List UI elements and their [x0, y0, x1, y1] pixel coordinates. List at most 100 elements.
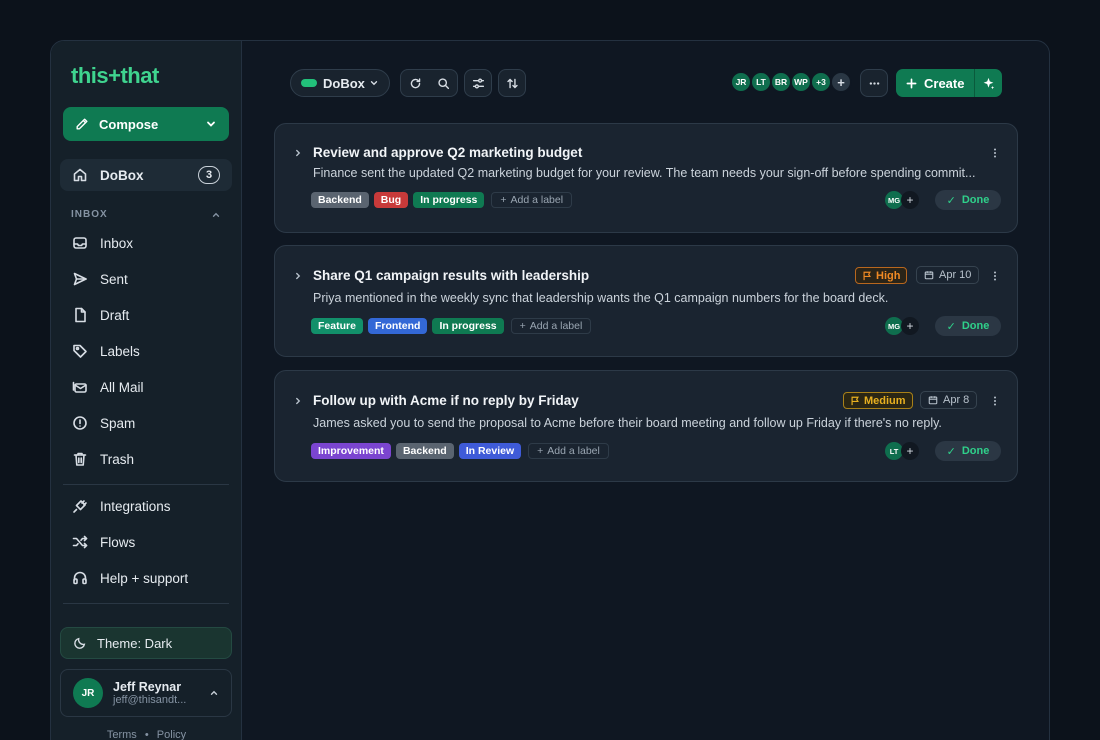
sidebar-item-label: Integrations — [100, 498, 171, 514]
create-button[interactable]: Create — [896, 69, 976, 97]
compose-label: Compose — [99, 116, 159, 132]
section-title: INBOX — [71, 209, 108, 220]
more-vertical-icon[interactable] — [989, 270, 1001, 282]
task-title: Follow up with Acme if no reply by Frida… — [313, 393, 579, 408]
sidebar-item-label: Inbox — [100, 235, 134, 251]
policy-link[interactable]: Policy — [157, 729, 186, 740]
sidebar-item-trash[interactable]: Trash — [60, 443, 232, 475]
task-card[interactable]: Follow up with Acme if no reply by Frida… — [274, 370, 1018, 482]
ai-create-button[interactable] — [975, 69, 1002, 97]
avatar[interactable]: BR — [770, 71, 792, 93]
sidebar-divider — [63, 603, 229, 604]
due-date[interactable]: Apr 10 — [916, 266, 980, 284]
add-assignee-icon[interactable]: + — [901, 191, 919, 209]
add-label-button[interactable]: + Add a label — [491, 192, 573, 208]
file-icon — [75, 307, 86, 323]
sidebar-item-label: All Mail — [100, 379, 144, 395]
user-info: Jeff Reynar jeff@thisandt... — [113, 680, 186, 706]
label-tag[interactable]: Frontend — [367, 318, 428, 334]
chevron-right-icon[interactable] — [293, 396, 303, 406]
more-options-button[interactable] — [860, 69, 888, 97]
avatar[interactable]: LT — [750, 71, 772, 93]
more-vertical-icon[interactable] — [989, 147, 1001, 159]
moon-icon — [74, 637, 86, 649]
sidebar-item-help[interactable]: Help + support — [60, 562, 232, 594]
avatar[interactable]: JR — [730, 71, 752, 93]
count-badge: 3 — [198, 166, 220, 184]
task-description: Finance sent the updated Q2 marketing bu… — [313, 166, 976, 180]
pencil-icon — [76, 118, 88, 130]
avatar-overflow[interactable]: +3 — [810, 71, 832, 93]
flag-icon — [863, 271, 871, 280]
compose-button[interactable]: Compose — [63, 107, 229, 141]
theme-toggle[interactable]: Theme: Dark — [60, 627, 232, 659]
status-badge[interactable]: In progress — [413, 192, 485, 208]
task-title: Review and approve Q2 marketing budget — [313, 145, 583, 160]
sidebar-item-all-mail[interactable]: All Mail — [60, 371, 232, 403]
search-icon[interactable] — [437, 77, 450, 90]
sidebar-item-label: Help + support — [100, 570, 189, 586]
status-badge[interactable]: In progress — [432, 318, 504, 334]
alert-circle-icon — [73, 416, 87, 430]
refresh-search-group — [400, 69, 458, 97]
label-tag[interactable]: Backend — [311, 192, 369, 208]
status-badge[interactable]: In Review — [458, 443, 522, 459]
done-button[interactable]: ✓ Done — [935, 190, 1001, 210]
app-logo[interactable]: this+that — [71, 63, 159, 89]
add-member-icon[interactable]: + — [830, 71, 852, 93]
avatar[interactable]: WP — [790, 71, 812, 93]
sidebar-item-labels[interactable]: Labels — [60, 335, 232, 367]
due-date[interactable]: Apr 8 — [920, 391, 978, 409]
chevron-down-icon[interactable] — [205, 118, 217, 130]
more-horizontal-icon — [869, 81, 879, 85]
priority-label: High — [876, 269, 901, 282]
sidebar-item-spam[interactable]: Spam — [60, 407, 232, 439]
priority-badge[interactable]: Medium — [843, 392, 913, 409]
view-selector[interactable]: DoBox — [290, 69, 390, 97]
filter-button[interactable] — [464, 69, 492, 97]
more-vertical-icon[interactable] — [989, 395, 1001, 407]
tag-icon — [73, 344, 87, 358]
sidebar-item-sent[interactable]: Sent — [60, 263, 232, 295]
sidebar-item-draft[interactable]: Draft — [60, 299, 232, 331]
plus-icon: + — [500, 194, 507, 206]
chevron-right-icon[interactable] — [293, 271, 303, 281]
sidebar-item-label: Sent — [100, 271, 128, 287]
sort-button[interactable] — [498, 69, 526, 97]
label-tag[interactable]: Backend — [395, 443, 454, 459]
add-assignee-icon[interactable]: + — [901, 317, 919, 335]
terms-link[interactable]: Terms — [107, 729, 137, 740]
inbox-section-header[interactable]: INBOX — [71, 209, 221, 220]
sidebar-item-inbox[interactable]: Inbox — [60, 227, 232, 259]
sidebar-item-flows[interactable]: Flows — [60, 526, 232, 558]
theme-label: Theme: Dark — [97, 635, 173, 651]
label-tag[interactable]: Improvement — [311, 443, 391, 459]
sliders-icon — [472, 78, 484, 88]
sort-arrows-icon — [506, 78, 518, 88]
done-button[interactable]: ✓ Done — [935, 316, 1001, 336]
sidebar-item-dobox[interactable]: DoBox 3 — [60, 159, 232, 191]
plus-icon: + — [519, 320, 526, 332]
sidebar-item-label: Draft — [100, 307, 130, 323]
add-label-text: Add a label — [510, 194, 564, 206]
trash-icon — [73, 452, 87, 466]
done-label: Done — [961, 445, 990, 457]
task-title: Share Q1 campaign results with leadershi… — [313, 268, 590, 283]
label-tag[interactable]: Bug — [373, 192, 409, 208]
label-tag[interactable]: Feature — [311, 318, 363, 334]
team-avatars: JR LT BR WP +3 + — [730, 71, 852, 93]
priority-label: Medium — [864, 394, 906, 407]
avatar: JR — [73, 678, 103, 708]
sidebar-item-integrations[interactable]: Integrations — [60, 490, 232, 522]
due-date-label: Apr 8 — [943, 394, 970, 406]
chevron-right-icon[interactable] — [293, 148, 303, 158]
add-label-button[interactable]: + Add a label — [528, 443, 609, 459]
task-card[interactable]: Share Q1 campaign results with leadershi… — [274, 245, 1018, 357]
task-card[interactable]: Review and approve Q2 marketing budget F… — [274, 123, 1018, 233]
add-label-button[interactable]: + Add a label — [510, 318, 592, 334]
priority-badge[interactable]: High — [855, 267, 908, 284]
refresh-icon[interactable] — [409, 77, 422, 90]
add-assignee-icon[interactable]: + — [901, 442, 919, 460]
done-button[interactable]: ✓ Done — [935, 441, 1001, 461]
user-menu[interactable]: JR Jeff Reynar jeff@thisandt... — [60, 669, 232, 717]
